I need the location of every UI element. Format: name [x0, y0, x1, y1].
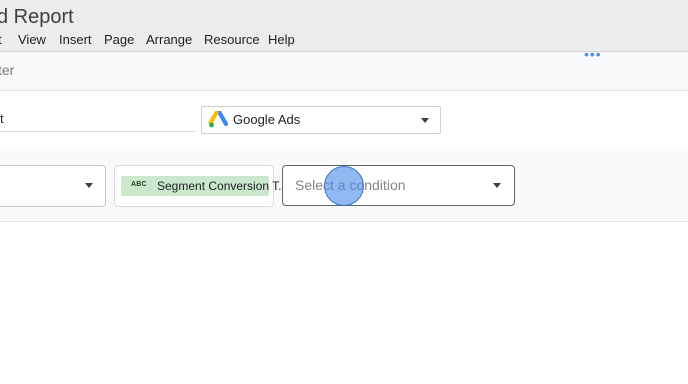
- click-indicator: [324, 166, 364, 206]
- filter-settings-row: t Google Ads: [0, 91, 688, 152]
- filter-header-label: ter: [0, 62, 15, 78]
- include-exclude-select[interactable]: [0, 165, 106, 207]
- menu-edit[interactable]: t: [0, 32, 2, 47]
- condition-select[interactable]: Select a condition: [282, 165, 515, 206]
- menu-help[interactable]: Help: [268, 32, 295, 47]
- data-source-select[interactable]: Google Ads: [201, 106, 441, 134]
- dimension-label: Segment Conversion T...: [157, 179, 289, 193]
- filter-header: ter •••: [0, 46, 688, 91]
- chevron-down-icon: [493, 183, 501, 188]
- text-type-icon: ABC: [131, 181, 147, 188]
- filter-name-input[interactable]: t: [0, 105, 196, 132]
- menu-resource[interactable]: Resource: [204, 32, 260, 47]
- menu-view[interactable]: View: [18, 32, 46, 47]
- menu-page[interactable]: Page: [104, 32, 134, 47]
- filter-name-value: t: [0, 111, 4, 126]
- dimension-field[interactable]: ABC Segment Conversion T...: [114, 165, 288, 207]
- google-ads-icon: [208, 111, 228, 128]
- menu-arrange[interactable]: Arrange: [146, 32, 192, 47]
- menu-insert[interactable]: Insert: [59, 32, 92, 47]
- chevron-down-icon: [85, 183, 93, 188]
- chevron-down-icon: [421, 118, 429, 123]
- report-title[interactable]: d Report: [0, 6, 74, 29]
- dimension-chip[interactable]: ABC Segment Conversion T...: [121, 176, 288, 196]
- data-source-label: Google Ads: [233, 112, 301, 127]
- more-horiz-icon[interactable]: •••: [584, 46, 602, 62]
- title-bar: d Report t View Insert Page Arrange Reso…: [0, 0, 688, 52]
